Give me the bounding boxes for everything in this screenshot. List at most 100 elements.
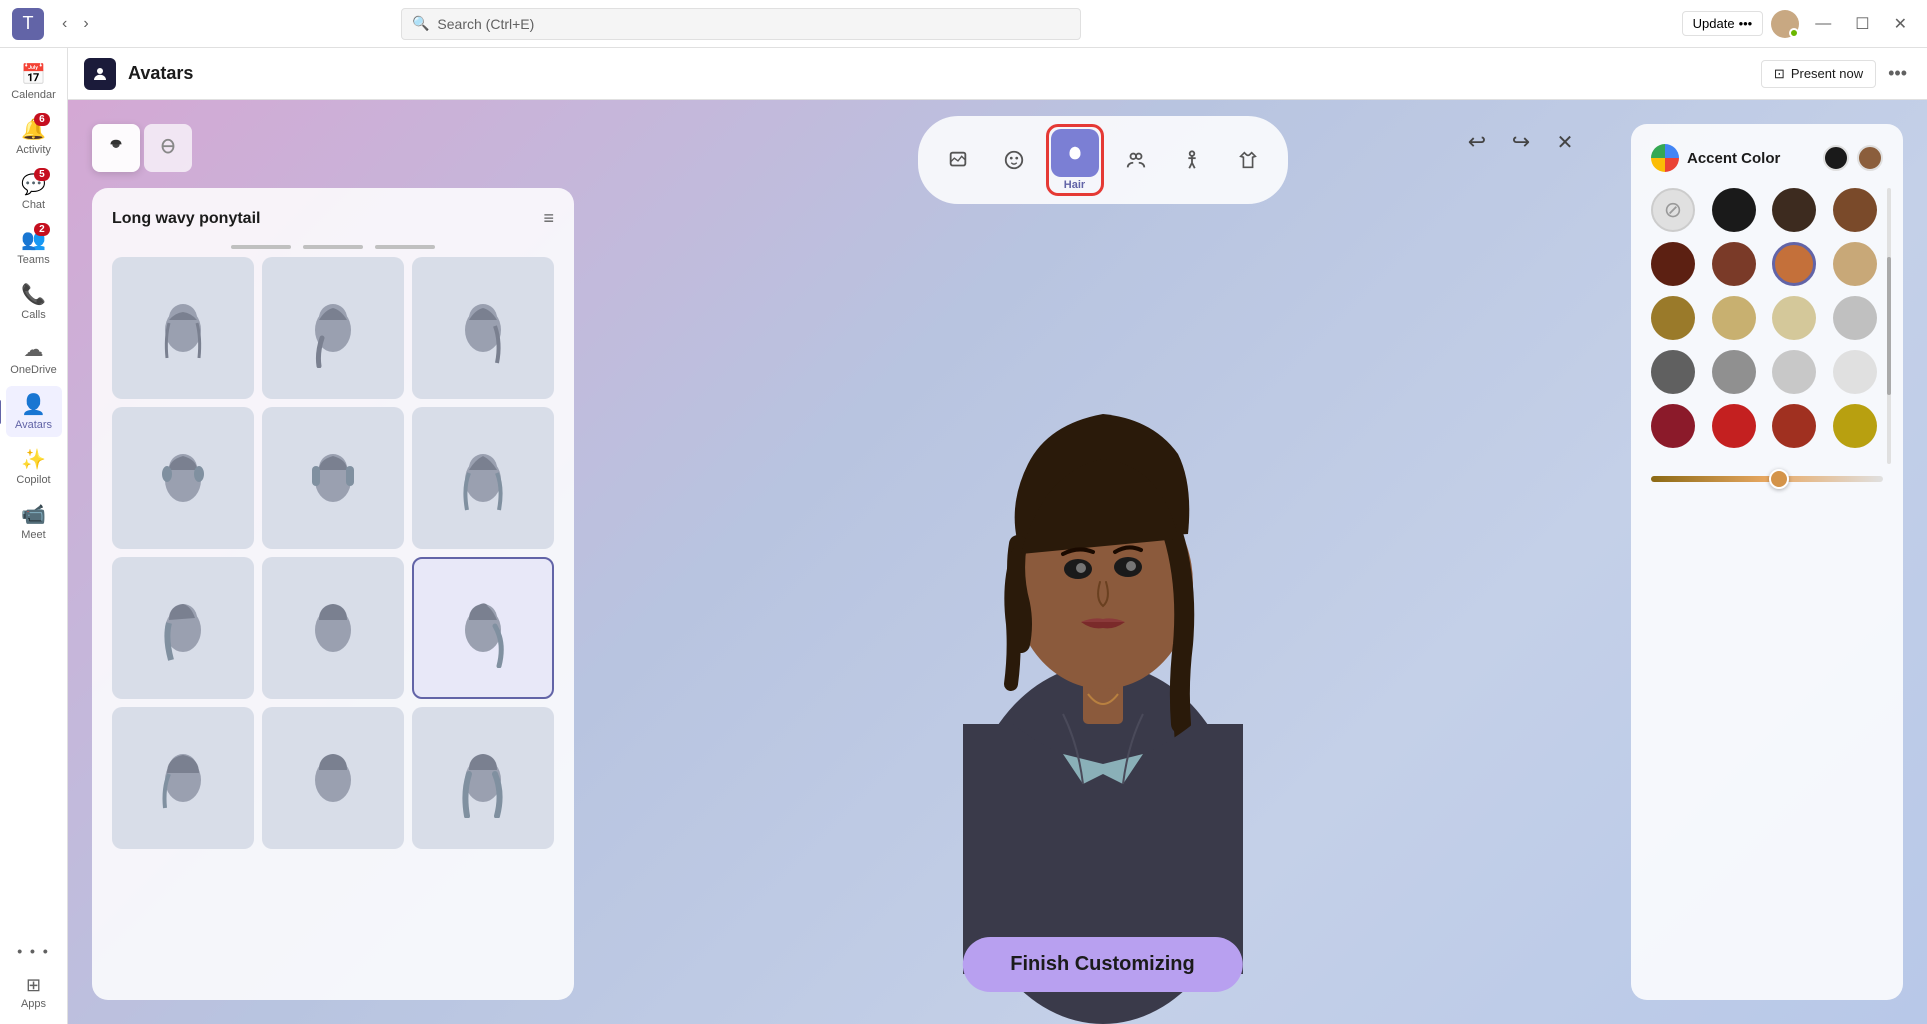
color-red-brown[interactable] [1772, 404, 1816, 448]
top-toolbar: Hair [918, 116, 1288, 204]
close-button[interactable]: ✕ [1886, 10, 1915, 38]
page-header-right: ⊡ Present now ••• [1761, 59, 1911, 88]
teams-badge: 2 [34, 223, 50, 236]
sidebar-item-copilot[interactable]: ✨ Copilot [6, 441, 62, 492]
color-slider[interactable] [1651, 476, 1883, 482]
color-golden-brown[interactable] [1651, 296, 1695, 340]
back-button[interactable]: ‹ [56, 11, 73, 37]
hair-scroll-area[interactable] [112, 257, 554, 980]
body-button[interactable] [1168, 136, 1216, 184]
title-bar-left: T [12, 8, 44, 40]
group-btn-wrap [1112, 136, 1160, 184]
apps-icon: ⊞ [26, 975, 41, 996]
hair-item-2[interactable] [262, 257, 404, 399]
sidebar-item-calendar[interactable]: 📅 Calendar [6, 56, 62, 107]
avatar-page-icon [91, 65, 109, 83]
user-avatar[interactable] [1771, 10, 1799, 38]
hair-tab-bar [92, 124, 574, 172]
group-icon [1125, 149, 1147, 171]
close-customizer-button[interactable]: ✕ [1547, 124, 1583, 160]
color-medium-grey[interactable] [1712, 350, 1756, 394]
page-header-icon [84, 58, 116, 90]
update-dots: ••• [1739, 16, 1753, 31]
search-bar[interactable]: 🔍 Search (Ctrl+E) [401, 8, 1081, 40]
color-dark-auburn[interactable] [1651, 242, 1695, 286]
hair-style-icon [105, 137, 127, 159]
color-silver[interactable] [1772, 350, 1816, 394]
sidebar: 📅 Calendar 🔔6 Activity 💬5 Chat 👥2 Teams … [0, 48, 68, 1024]
hair-accessory-icon [157, 137, 179, 159]
face-button[interactable] [990, 136, 1038, 184]
content-area: Avatars ⊡ Present now ••• [68, 48, 1927, 1024]
maximize-button[interactable]: ☐ [1847, 10, 1877, 38]
hair-item-11[interactable] [262, 707, 404, 849]
hair-label: Hair [1064, 179, 1085, 191]
minimize-button[interactable]: — [1807, 11, 1839, 37]
color-auburn[interactable] [1772, 242, 1816, 286]
undo-button[interactable]: ↩ [1459, 124, 1495, 160]
group-button[interactable] [1112, 136, 1160, 184]
sidebar-item-meet[interactable]: 📹 Meet [6, 496, 62, 547]
customizer-area: Long wavy ponytail ≡ [68, 100, 1927, 1024]
color-dark-gold[interactable] [1833, 404, 1877, 448]
color-ash-blonde[interactable] [1772, 296, 1816, 340]
color-dark-red[interactable] [1651, 404, 1695, 448]
accent-swatch-1[interactable] [1823, 145, 1849, 171]
outfit-btn-wrap [1224, 136, 1272, 184]
onedrive-icon: ☁ [24, 337, 44, 362]
update-button[interactable]: Update ••• [1682, 11, 1764, 36]
hair-item-3[interactable] [412, 257, 554, 399]
hair-item-9[interactable] [412, 557, 554, 699]
hair-accessory-tab[interactable] [144, 124, 192, 172]
hair-item-12[interactable] [412, 707, 554, 849]
slider-thumb[interactable] [1769, 469, 1789, 489]
page-title: Avatars [128, 63, 193, 84]
color-medium-brown[interactable] [1833, 188, 1877, 232]
finish-customizing-button[interactable]: Finish Customizing [962, 937, 1242, 992]
present-icon: ⊡ [1774, 66, 1785, 82]
hair-item-7[interactable] [112, 557, 254, 699]
color-light-silver[interactable] [1833, 350, 1877, 394]
outfit-button[interactable] [1224, 136, 1272, 184]
hair-item-4[interactable] [112, 407, 254, 549]
color-scrollbar-thumb[interactable] [1887, 257, 1891, 395]
color-tan[interactable] [1712, 296, 1756, 340]
pose-button[interactable] [934, 136, 982, 184]
color-dark-brown[interactable] [1772, 188, 1816, 232]
hair-item-6[interactable] [412, 407, 554, 549]
present-now-button[interactable]: ⊡ Present now [1761, 60, 1876, 88]
left-panel: Long wavy ponytail ≡ [68, 100, 598, 1024]
accent-swatch-2[interactable] [1857, 145, 1883, 171]
color-black[interactable] [1712, 188, 1756, 232]
search-placeholder: Search (Ctrl+E) [437, 16, 534, 32]
hair-item-10[interactable] [112, 707, 254, 849]
sidebar-item-apps[interactable]: ⊞ Apps [6, 969, 62, 1016]
title-bar: T ‹ › 🔍 Search (Ctrl+E) Update ••• — ☐ ✕ [0, 0, 1927, 48]
hair-item-1[interactable] [112, 257, 254, 399]
hair-button[interactable] [1051, 129, 1099, 177]
color-dark-grey[interactable] [1651, 350, 1695, 394]
color-light-grey[interactable] [1833, 296, 1877, 340]
hair-item-8[interactable] [262, 557, 404, 699]
sidebar-item-onedrive[interactable]: ☁ OneDrive [6, 331, 62, 382]
sidebar-item-activity[interactable]: 🔔6 Activity [6, 111, 62, 162]
pose-icon [947, 149, 969, 171]
sidebar-item-teams[interactable]: 👥2 Teams [6, 221, 62, 272]
forward-button[interactable]: › [77, 11, 94, 37]
color-none[interactable]: ⊘ [1651, 188, 1695, 232]
color-light-tan[interactable] [1833, 242, 1877, 286]
sidebar-item-calls[interactable]: 📞 Calls [6, 276, 62, 327]
sidebar-item-chat[interactable]: 💬5 Chat [6, 166, 62, 217]
hair-style-tab[interactable] [92, 124, 140, 172]
color-red[interactable] [1712, 404, 1756, 448]
redo-button[interactable]: ↪ [1503, 124, 1539, 160]
sidebar-item-avatars[interactable]: 👤 Avatars [6, 386, 62, 437]
sidebar-item-more[interactable]: • • • [6, 937, 62, 965]
color-brown[interactable] [1712, 242, 1756, 286]
page-more-button[interactable]: ••• [1884, 59, 1911, 88]
avatar-center: Hair [598, 100, 1607, 1024]
hair-item-5[interactable] [262, 407, 404, 549]
hair-style-1-svg [147, 288, 219, 368]
chat-icon: 💬5 [21, 172, 46, 197]
filter-button[interactable]: ≡ [543, 208, 554, 229]
